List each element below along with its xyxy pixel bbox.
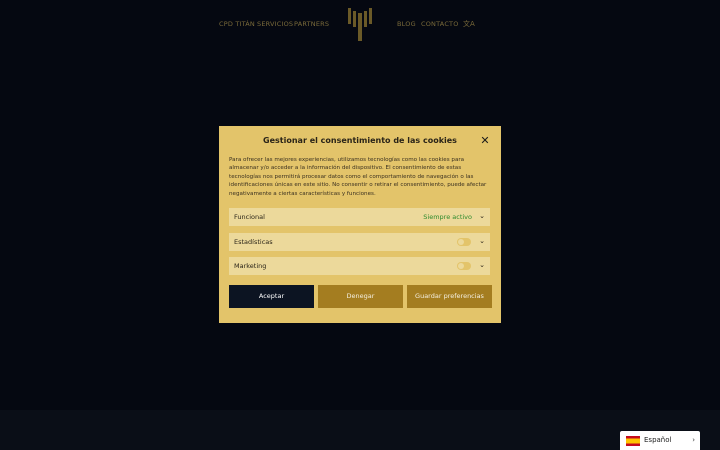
always-active-status: Siempre activo: [423, 213, 472, 221]
nav-link-blog[interactable]: BLOG: [397, 20, 416, 28]
marketing-toggle[interactable]: [457, 262, 471, 270]
nav-link-partners[interactable]: PARTNERS: [294, 20, 329, 28]
cookie-category-estadisticas[interactable]: Estadísticas ⌄: [229, 233, 490, 251]
category-label: Funcional: [234, 213, 265, 221]
nav-link-contacto[interactable]: CONTACTO: [421, 20, 459, 28]
category-label: Estadísticas: [234, 238, 273, 246]
chevron-down-icon[interactable]: ⌄: [479, 237, 485, 246]
chevron-right-icon: ›: [692, 436, 695, 444]
cookie-category-marketing[interactable]: Marketing ⌄: [229, 257, 490, 275]
chevron-down-icon[interactable]: ⌄: [479, 261, 485, 270]
save-preferences-button[interactable]: Guardar preferencias: [407, 285, 492, 308]
statistics-toggle[interactable]: [457, 238, 471, 246]
main-navigation: CPD TITÁN SERVICIOS PARTNERS BLOG CONTAC…: [0, 0, 720, 50]
dialog-description: Para ofrecer las mejores experiencias, u…: [229, 157, 487, 197]
language-switcher[interactable]: Español ›: [620, 431, 700, 450]
footer: [0, 410, 720, 450]
chevron-down-icon[interactable]: ⌄: [479, 212, 485, 221]
language-label: Español: [644, 436, 672, 444]
spain-flag-icon: [626, 436, 640, 446]
accept-button[interactable]: Aceptar: [229, 285, 314, 308]
site-logo[interactable]: [347, 7, 373, 42]
cookie-consent-dialog: Gestionar el consentimiento de las cooki…: [219, 126, 501, 323]
dialog-title: Gestionar el consentimiento de las cooki…: [263, 136, 457, 145]
deny-button[interactable]: Denegar: [318, 285, 403, 308]
close-icon[interactable]: ✕: [479, 135, 491, 147]
cookie-category-funcional[interactable]: Funcional Siempre activo ⌄: [229, 208, 490, 226]
nav-link-servicios[interactable]: SERVICIOS: [257, 20, 293, 28]
translate-icon[interactable]: 文A: [463, 19, 475, 29]
category-label: Marketing: [234, 262, 267, 270]
nav-link-cpd-titan[interactable]: CPD TITÁN: [219, 20, 255, 28]
